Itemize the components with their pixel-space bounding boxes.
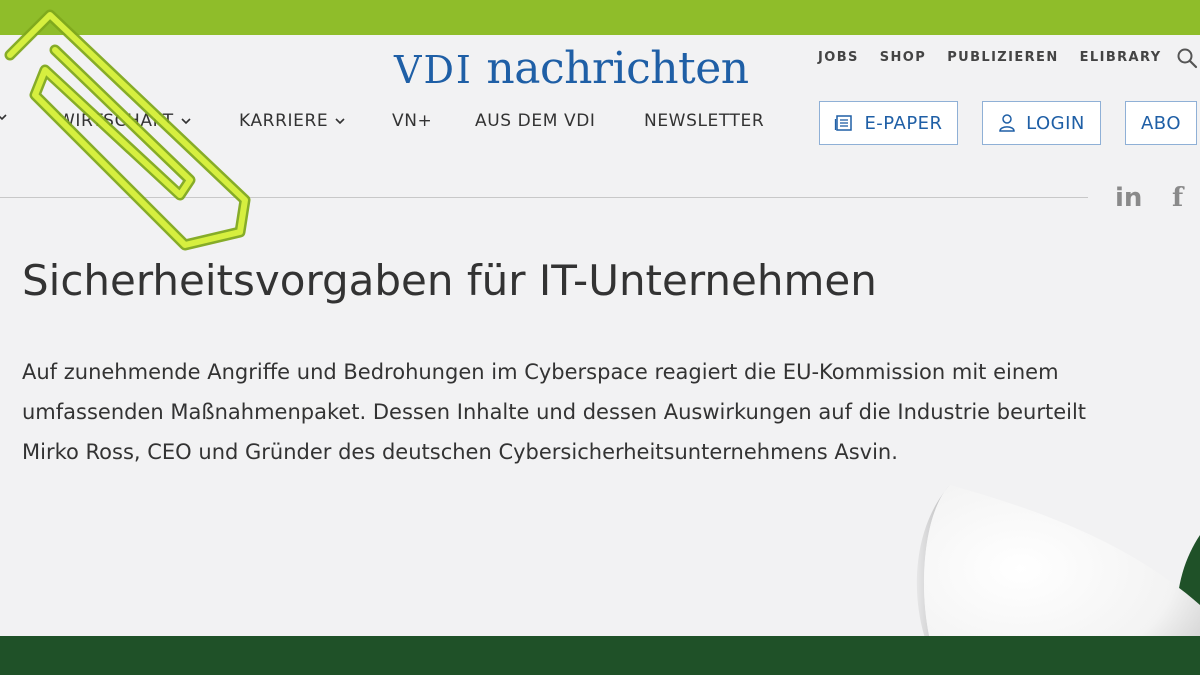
- page-curl: [916, 485, 1200, 637]
- newspaper-icon: [835, 115, 853, 131]
- facebook-icon[interactable]: f: [1172, 183, 1183, 213]
- chevron-down-icon: [181, 118, 191, 125]
- vdi-nachrichten-logo[interactable]: VDI nachrichten: [394, 47, 749, 91]
- search-icon: [1177, 48, 1198, 69]
- chevron-down-icon: [0, 114, 7, 121]
- nav-overflow-chevron[interactable]: [0, 111, 8, 123]
- linkedin-icon[interactable]: in: [1115, 183, 1142, 213]
- web-page: VDI nachrichten JOBS SHOP PUBLIZIEREN EL…: [0, 35, 1200, 637]
- chevron-down-icon: [335, 118, 345, 125]
- article-title: Sicherheitsvorgaben für IT-Unternehmen: [22, 256, 877, 305]
- login-button[interactable]: LOGIN: [982, 101, 1101, 145]
- abo-button-label: ABO: [1140, 112, 1181, 134]
- bottom-color-band: [0, 636, 1200, 675]
- logo-prefix: VDI: [394, 48, 473, 92]
- search-button[interactable]: [1176, 47, 1198, 69]
- login-button-label: LOGIN: [1026, 112, 1085, 134]
- nav-item-vn-plus[interactable]: VN+: [392, 111, 432, 131]
- epaper-button[interactable]: E-PAPER: [819, 101, 958, 145]
- abo-button[interactable]: ABO: [1125, 101, 1197, 145]
- util-link-jobs[interactable]: JOBS: [818, 50, 859, 65]
- nav-item-label: KARRIERE: [239, 111, 329, 131]
- util-link-shop[interactable]: SHOP: [880, 50, 926, 65]
- nav-item-karriere[interactable]: KARRIERE: [239, 111, 346, 131]
- logo-main: nachrichten: [486, 43, 749, 94]
- nav-item-newsletter[interactable]: NEWSLETTER: [644, 111, 764, 131]
- nav-item-wirtschaft[interactable]: WIRTSCHAFT: [58, 111, 192, 131]
- top-color-stripe: [0, 0, 1200, 40]
- article-lead: Auf zunehmende Angriffe und Bedrohungen …: [22, 360, 1087, 464]
- header-divider: [0, 197, 1088, 198]
- util-link-elibrary[interactable]: ELIBRARY: [1080, 50, 1162, 65]
- epaper-button-label: E-PAPER: [864, 112, 943, 134]
- nav-item-aus-dem-vdi[interactable]: AUS DEM VDI: [475, 111, 596, 131]
- nav-item-label: WIRTSCHAFT: [58, 111, 174, 131]
- utility-nav: JOBS SHOP PUBLIZIEREN ELIBRARY: [818, 50, 1162, 65]
- user-icon: [999, 114, 1015, 132]
- util-link-publizieren[interactable]: PUBLIZIEREN: [947, 50, 1058, 65]
